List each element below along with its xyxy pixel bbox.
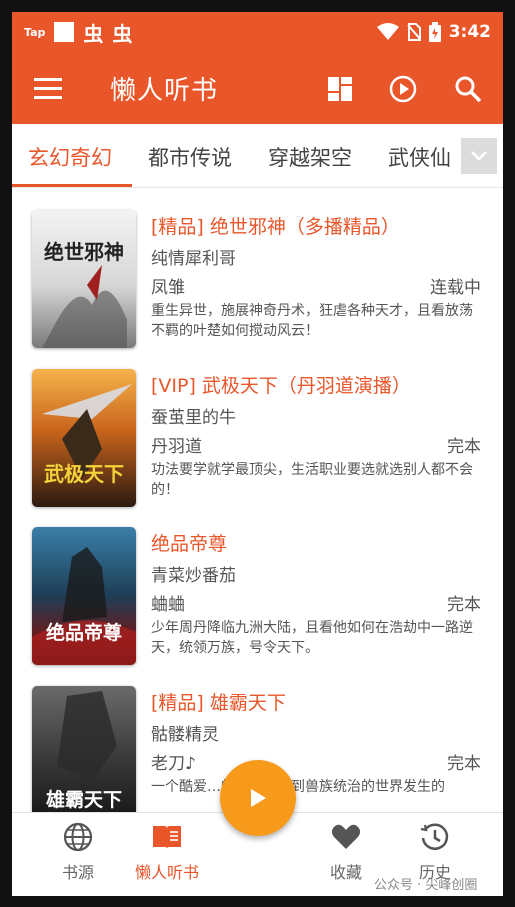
book-item[interactable]: 绝品帝尊 绝品帝尊 青菜炒番茄 蛐蛐 完本 少年周丹降临九洲大陆，且看他如何在浩…	[12, 527, 503, 677]
book-narrator: 丹羽道	[151, 437, 202, 457]
history-icon	[420, 823, 449, 850]
tab-wuxia[interactable]: 武侠仙	[388, 142, 451, 172]
nav-label: 懒人听书	[134, 863, 199, 882]
book-title: [精品] 绝世邪神（多播精品）	[151, 216, 400, 238]
book-author: 骷髅精灵	[151, 725, 219, 745]
book-description: 一个酷爱…的宅男穿越到兽族统治的世界发生的	[151, 779, 445, 795]
book-title: [精品] 雄霸天下	[151, 692, 286, 714]
book-item[interactable]: 武极天下 [VIP] 武极天下（丹羽道演播） 蚕茧里的牛 丹羽道 完本 功法要学…	[12, 369, 503, 519]
book-narrator: 老刀♪	[151, 754, 196, 774]
search-icon[interactable]	[453, 74, 483, 104]
book-status: 连载中	[430, 278, 481, 298]
nav-lanren[interactable]: 懒人听书	[127, 821, 207, 883]
book-narrator: 凤雏	[151, 278, 185, 298]
clock: 3:42	[448, 22, 491, 42]
book-description: 少年周丹降临九洲大陆，且看他如何在浩劫中一路逆天，统领万族，号令天下。	[151, 620, 473, 656]
heart-icon	[331, 824, 361, 849]
nav-label: 书源	[61, 863, 94, 882]
globe-icon	[63, 822, 93, 852]
no-sim-icon	[406, 23, 421, 41]
book-status: 完本	[447, 437, 481, 457]
book-author: 蚕茧里的牛	[151, 408, 236, 428]
play-icon	[251, 789, 266, 807]
book-description: 重生异世，施展神奇丹术，狂虐各种天才，且看放荡不羁的叶楚如何搅动风云！	[151, 303, 473, 339]
book-cover-title: 武极天下	[44, 462, 124, 486]
book-description: 功法要学就学最顶尖，生活职业要选就选别人都不会的！	[151, 462, 473, 498]
book-author: 纯情犀利哥	[151, 249, 236, 269]
nav-shuyuan[interactable]: 书源	[38, 821, 118, 883]
book-title: [VIP] 武极天下（丹羽道演播）	[151, 375, 411, 397]
tab-more-button[interactable]	[461, 138, 497, 174]
menu-icon[interactable]	[34, 76, 62, 100]
book-cover: 雄霸天下	[32, 686, 136, 824]
battery-icon	[428, 22, 441, 42]
watermark: 公众号 · 尖峰创圈	[374, 878, 478, 893]
book-item[interactable]: 绝世邪神 [精品] 绝世邪神（多播精品） 纯情犀利哥 凤雏 连载中 重生异世，施…	[12, 210, 503, 360]
bug-notification-icon: 虫	[83, 21, 104, 46]
category-tabs: 玄幻奇幻 都市传说 穿越架空 武侠仙	[12, 126, 503, 188]
book-title: 绝品帝尊	[151, 533, 228, 555]
tab-chuanyue[interactable]: 穿越架空	[268, 142, 352, 172]
tap-indicator: Tap	[24, 25, 46, 39]
active-tab-indicator	[12, 184, 132, 187]
book-cover-title: 雄霸天下	[45, 789, 122, 811]
book-cover-title: 绝世邪神	[44, 240, 124, 264]
wifi-icon	[376, 23, 399, 40]
book-cover: 绝品帝尊	[32, 527, 136, 665]
book-status: 完本	[447, 595, 481, 615]
play-fab-button[interactable]	[220, 760, 296, 836]
book-cover: 绝世邪神	[32, 210, 136, 348]
tab-xuanhuan[interactable]: 玄幻奇幻	[28, 142, 112, 172]
app-bar: 懒人听书	[12, 52, 503, 124]
book-icon	[153, 826, 181, 849]
grid-icon[interactable]	[325, 74, 355, 104]
chevron-down-icon	[471, 151, 487, 161]
book-cover-title: 绝品帝尊	[45, 622, 122, 644]
app-title: 懒人听书	[110, 76, 219, 106]
book-status: 完本	[447, 754, 481, 774]
book-narrator: 蛐蛐	[151, 595, 185, 615]
book-author: 青菜炒番茄	[151, 566, 236, 586]
bug-notification-icon: 虫	[112, 21, 133, 46]
tab-dushi[interactable]: 都市传说	[148, 142, 232, 172]
play-circle-icon[interactable]	[388, 74, 418, 104]
book-cover: 武极天下	[32, 369, 136, 507]
notification-square-icon	[54, 22, 75, 42]
status-bar: Tap 虫 虫 3:42	[12, 12, 503, 52]
phone-screen: Tap 虫 虫 3:42 懒人听书 玄幻奇幻 都市传说 穿越架空 武侠仙 绝世邪…	[12, 12, 503, 896]
